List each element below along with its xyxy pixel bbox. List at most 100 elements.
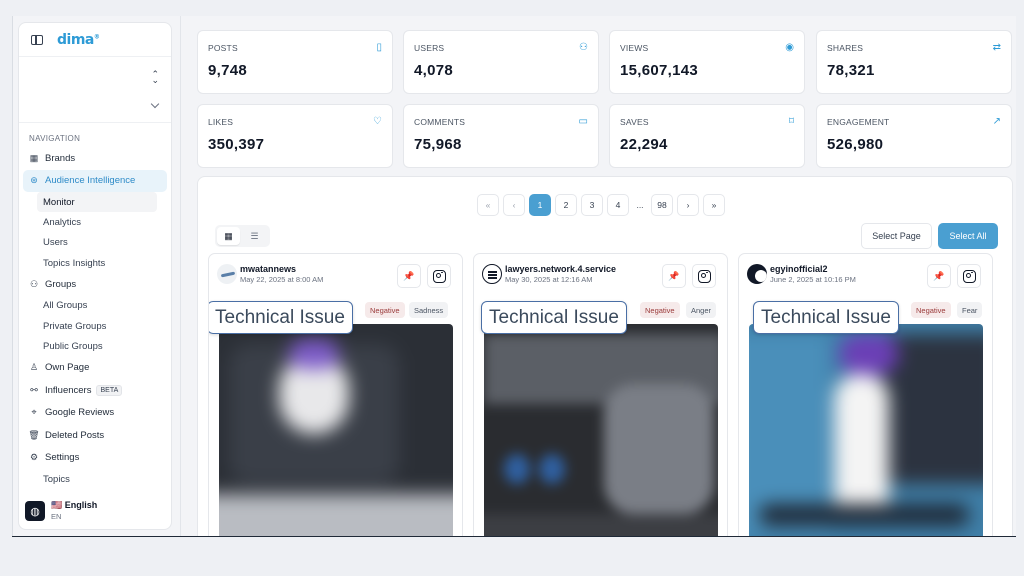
instagram-icon[interactable] (692, 264, 716, 288)
pin-icon[interactable]: 📌 (662, 264, 686, 288)
gear-icon: ⚙ (29, 452, 39, 463)
post-username[interactable]: lawyers.network.4.service (505, 264, 616, 275)
topic-label: Technical Issue (481, 301, 627, 334)
post-username[interactable]: mwatannews (240, 264, 323, 275)
sidebar-item-influencers[interactable]: ⚯ Influencers BETA (19, 379, 171, 402)
post-date: May 30, 2025 at 12:16 AM (505, 275, 593, 284)
page-button-2[interactable]: 2 (555, 194, 577, 216)
next-page-button[interactable]: › (677, 194, 699, 216)
page-button-98[interactable]: 98 (651, 194, 673, 216)
language-switcher[interactable]: ◍ 🇺🇸 English EN (25, 500, 97, 522)
post-username[interactable]: egyinofficial2 (770, 264, 856, 275)
sidebar-item-public-groups[interactable]: Public Groups (19, 336, 171, 356)
audience-icon: ⊛ (30, 175, 38, 186)
select-page-button[interactable]: Select Page (861, 223, 932, 249)
sidebar-item-settings[interactable]: ⚙ Settings (19, 447, 171, 470)
emotion-badge: Anger (686, 302, 717, 318)
workspace-selector[interactable]: ⌃ ⌄ (19, 57, 171, 123)
chevron-down-icon[interactable] (150, 99, 160, 109)
last-page-button[interactable]: » (703, 194, 725, 216)
stat-card-views: VIEWS 15,607,143 ◉ (609, 30, 805, 94)
post-date: May 22, 2025 at 8:00 AM (240, 275, 324, 284)
sidebar-item-topics-insights[interactable]: Topics Insights (19, 253, 171, 273)
repeat-icon: ⇄ (992, 42, 1001, 53)
avatar (747, 264, 767, 284)
pagination: « ‹ 1 2 3 4 ... 98 › » (477, 194, 725, 216)
instagram-icon[interactable] (427, 264, 451, 288)
stat-card-users: USERS 4,078 ⚇ (403, 30, 599, 94)
prev-page-button[interactable]: ‹ (503, 194, 525, 216)
view-toggle: ▦ ☰ (215, 225, 270, 247)
sidebar-item-analytics[interactable]: Analytics (19, 212, 171, 232)
nav-list: ▦ Brands ⊛ Audience Intelligence Monitor A… (19, 147, 171, 489)
sidebar-item-own-page[interactable]: ♙ Own Page (19, 357, 171, 380)
app-window: dima® ⌃ ⌄ NAVIGATION ▦ Brands ⊛ Audience In… (12, 16, 1016, 536)
sidebar: dima® ⌃ ⌄ NAVIGATION ▦ Brands ⊛ Audience In… (18, 22, 172, 530)
grid-icon: ▦ (29, 152, 39, 163)
instagram-icon[interactable] (957, 264, 981, 288)
influencers-icon: ⚯ (30, 384, 38, 395)
sidebar-item-google-reviews[interactable]: ⌖ Google Reviews (19, 402, 171, 425)
sidebar-item-private-groups[interactable]: Private Groups (19, 316, 171, 336)
pin-icon[interactable]: 📌 (397, 264, 421, 288)
comment-icon: ▭ (578, 116, 588, 127)
stat-card-engagement: ENGAGEMENT 526,980 ↗ (816, 104, 1012, 168)
topic-label: Technical Issue (753, 301, 899, 334)
sidebar-header: dima® (19, 23, 171, 57)
page-button-4[interactable]: 4 (607, 194, 629, 216)
post-card[interactable]: egyinofficial2 June 2, 2025 at 10:16 PM … (738, 253, 993, 536)
topic-label: Technical Issue (209, 301, 353, 334)
stat-card-saves: SAVES 22,294 ⌑ (609, 104, 805, 168)
post-card[interactable]: lawyers.network.4.service May 30, 2025 a… (473, 253, 728, 536)
post-image[interactable] (484, 324, 718, 536)
sentiment-badge: Negative (640, 302, 680, 318)
bookmark-icon: ⌑ (788, 116, 794, 127)
page-button-3[interactable]: 3 (581, 194, 603, 216)
sidebar-item-audience-intelligence[interactable]: ⊛ Audience Intelligence (23, 169, 167, 192)
sidebar-item-users[interactable]: Users (19, 233, 171, 253)
sidebar-item-topics[interactable]: Topics (19, 469, 171, 489)
logo[interactable]: dima® (57, 32, 100, 48)
sidebar-divider (180, 16, 181, 536)
post-image[interactable] (219, 324, 453, 536)
eye-icon: ◉ (785, 42, 794, 53)
trending-icon: ↗ (992, 116, 1001, 127)
post-card[interactable]: mwatannews May 22, 2025 at 8:00 AM 📌 Tec… (208, 253, 463, 536)
first-page-button[interactable]: « (477, 194, 499, 216)
grid-view-icon[interactable]: ▦ (217, 227, 240, 245)
sidebar-item-groups[interactable]: ⚇ Groups (19, 273, 171, 296)
chevron-up-down-icon[interactable]: ⌃ ⌄ (151, 70, 159, 85)
sentiment-badge: Negative (365, 302, 405, 318)
phone-icon: ▯ (376, 42, 382, 53)
pin-icon[interactable]: 📌 (927, 264, 951, 288)
trash-icon: 🗑 (28, 429, 40, 440)
post-image[interactable] (749, 324, 983, 536)
stat-card-posts: POSTS 9,748 ▯ (197, 30, 393, 94)
language-name: English (64, 500, 98, 510)
emotion-badge: Sadness (409, 302, 449, 318)
sidebar-toggle-icon[interactable] (31, 34, 43, 45)
select-all-button[interactable]: Select All (938, 223, 998, 249)
page-button-1[interactable]: 1 (529, 194, 551, 216)
beta-badge: BETA (96, 384, 123, 396)
post-date: June 2, 2025 at 10:16 PM (770, 275, 856, 284)
list-view-icon[interactable]: ☰ (243, 227, 266, 245)
user-icon: ♙ (29, 362, 39, 373)
emotion-badge: Fear (957, 302, 983, 318)
sidebar-item-all-groups[interactable]: All Groups (19, 296, 171, 316)
sidebar-item-deleted-posts[interactable]: 🗑 Deleted Posts (19, 424, 171, 447)
window-bottom-edge (12, 536, 1016, 537)
language-code: EN (51, 512, 62, 521)
sentiment-badge: Negative (911, 302, 951, 318)
sidebar-item-monitor[interactable]: Monitor (37, 192, 157, 213)
avatar (482, 264, 502, 284)
stat-card-likes: LIKES 350,397 ♡ (197, 104, 393, 168)
groups-icon: ⚇ (29, 278, 39, 289)
nav-heading: NAVIGATION (29, 134, 81, 143)
posts-panel: « ‹ 1 2 3 4 ... 98 › » ▦ ☰ Select Page S… (197, 176, 1013, 536)
avatar (217, 264, 237, 284)
pagination-ellipsis: ... (633, 194, 647, 216)
sidebar-item-brands[interactable]: ▦ Brands (19, 147, 171, 170)
heart-icon: ♡ (373, 116, 382, 127)
stat-card-comments: COMMENTS 75,968 ▭ (403, 104, 599, 168)
